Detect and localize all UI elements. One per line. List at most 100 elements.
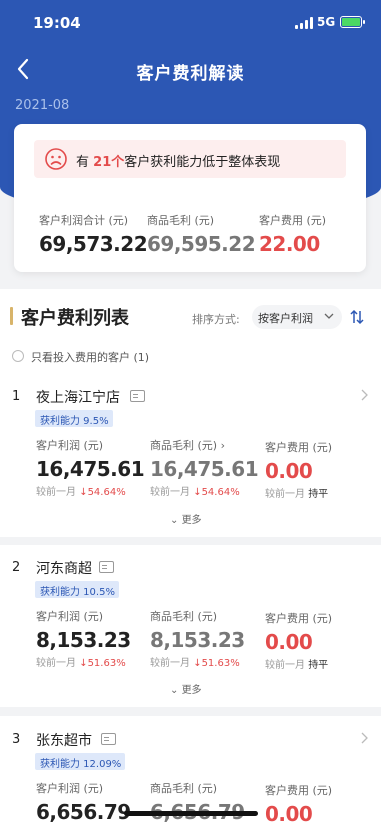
sort-label: 排序方式: xyxy=(192,313,240,326)
customer-list-card: 客户费利列表 排序方式: 按客户利润 只看投入费用的客户 (1) 1 夜上海江宁… xyxy=(0,289,381,537)
item-rank: 3 xyxy=(12,732,21,747)
chevron-right-icon[interactable] xyxy=(360,732,368,744)
profitability-badge: 获利能力 12.09% xyxy=(35,753,126,770)
metric-label: 客户费用 (元) xyxy=(259,214,327,227)
col-compare: 较前一月 ↓54.64% xyxy=(150,483,258,498)
metric-value: 69,595.22 xyxy=(147,232,256,256)
col-value: 8,153.23 xyxy=(36,628,131,652)
col-value: 6,656.79 xyxy=(36,800,131,824)
alert-suffix: 客户获利能力低于整体表现 xyxy=(124,155,281,170)
compare-text: 较前一月 xyxy=(36,658,76,669)
col-label: 客户利润 (元) xyxy=(36,782,104,795)
sort-dropdown[interactable]: 按客户利润 xyxy=(252,305,342,329)
item-col-cost: 客户费用 (元) 0.00 较前一月 持平 xyxy=(265,439,332,500)
item-col-margin[interactable]: 商品毛利 (元) 8,153.23 较前一月 ↓51.63% xyxy=(150,608,245,669)
compare-value: ↓51.63% xyxy=(193,658,240,669)
summary-card: 有 21个客户获利能力低于整体表现 客户利润合计 (元) 69,573.22 商… xyxy=(14,124,366,272)
col-compare: 较前一月 ↓54.64% xyxy=(36,483,144,498)
col-value: 8,153.23 xyxy=(150,628,245,652)
month-label[interactable]: 2021-08 xyxy=(15,98,69,113)
metric-value: 22.00 xyxy=(259,232,320,256)
store-card-icon xyxy=(130,390,145,402)
item-col-margin[interactable]: 商品毛利 (元) › 16,475.61 较前一月 ↓54.64% xyxy=(150,437,259,498)
col-label-text: 商品毛利 (元) xyxy=(150,439,218,452)
col-value: 16,475.61 xyxy=(36,457,145,481)
col-compare: 较前一月 ↓51.63% xyxy=(36,654,131,669)
compare-value: ↓54.64% xyxy=(193,487,240,498)
store-card-icon xyxy=(101,733,116,745)
status-bar: 19:04 5G xyxy=(0,0,381,46)
compare-value: 持平 xyxy=(308,660,329,671)
list-card-3: 3 张东超市 获利能力 12.09% 客户利润 (元) 6,656.79 商品毛… xyxy=(0,716,381,824)
more-button[interactable]: ⌄ 更多 xyxy=(170,681,202,696)
col-value: 16,475.61 xyxy=(150,457,259,481)
item-name: 河东商超 xyxy=(36,561,92,577)
col-value: 0.00 xyxy=(265,630,313,654)
sad-face-icon xyxy=(45,148,67,170)
alert-prefix: 有 xyxy=(76,155,90,170)
list-header: 客户费利列表 排序方式: 按客户利润 xyxy=(0,289,381,345)
compare-value: 持平 xyxy=(308,489,329,500)
more-label: 更多 xyxy=(181,685,202,696)
item-col-margin[interactable]: 商品毛利 (元) 6,656.79 xyxy=(150,780,245,824)
item-name: 张东超市 xyxy=(36,733,92,749)
chevron-right-icon[interactable] xyxy=(360,389,368,401)
signal-icon xyxy=(295,17,313,29)
status-time: 19:04 xyxy=(33,14,81,32)
battery-icon xyxy=(340,16,365,28)
sort-value: 按客户利润 xyxy=(258,312,313,325)
col-compare: 较前一月 持平 xyxy=(265,485,332,500)
page-title: 客户费利解读 xyxy=(136,64,245,84)
filter-label: 只看投入费用的客户 (1) xyxy=(31,351,150,364)
metric-customer-cost: 客户费用 (元) 22.00 xyxy=(259,212,326,256)
col-label: 商品毛利 (元) xyxy=(150,610,218,623)
col-label: 商品毛利 (元) › xyxy=(150,439,225,452)
item-col-cost: 客户费用 (元) 0.00 较前一月 持平 xyxy=(265,610,332,671)
col-value: 0.00 xyxy=(265,802,313,824)
item-col-cost: 客户费用 (元) 0.00 xyxy=(265,782,332,824)
more-label: 更多 xyxy=(181,515,202,526)
item-col-profit: 客户利润 (元) 6,656.79 xyxy=(36,780,131,824)
col-label: 客户利润 (元) xyxy=(36,439,104,452)
metric-label: 客户利润合计 (元) xyxy=(39,214,129,227)
list-card-2: 2 河东商超 获利能力 10.5% 客户利润 (元) 8,153.23 较前一月… xyxy=(0,545,381,707)
alert-text: 有 21个客户获利能力低于整体表现 xyxy=(76,151,280,170)
item-rank: 1 xyxy=(12,389,21,404)
nav-bar: 客户费利解读 xyxy=(0,50,381,90)
sort-order-icon[interactable] xyxy=(350,309,364,325)
col-compare: 较前一月 ↓51.63% xyxy=(150,654,245,669)
compare-text: 较前一月 xyxy=(150,487,190,498)
compare-text: 较前一月 xyxy=(265,489,305,500)
col-label: 商品毛利 (元) xyxy=(150,782,218,795)
more-button[interactable]: ⌄ 更多 xyxy=(170,511,202,526)
col-label: 客户利润 (元) xyxy=(36,610,104,623)
chevron-down-icon xyxy=(324,313,334,319)
compare-text: 较前一月 xyxy=(265,660,305,671)
list-title: 客户费利列表 xyxy=(21,308,129,329)
col-label: 客户费用 (元) xyxy=(265,612,333,625)
radio-unchecked-icon[interactable] xyxy=(12,350,24,362)
item-name: 夜上海江宁店 xyxy=(36,390,120,406)
profitability-badge: 获利能力 10.5% xyxy=(35,581,119,598)
alert-count: 21个 xyxy=(93,155,125,170)
compare-text: 较前一月 xyxy=(150,658,190,669)
metric-total-profit: 客户利润合计 (元) 69,573.22 xyxy=(39,212,148,256)
profitability-badge: 获利能力 9.5% xyxy=(35,410,113,427)
col-label: 客户费用 (元) xyxy=(265,784,333,797)
store-card-icon xyxy=(99,561,114,573)
col-label: 客户费用 (元) xyxy=(265,441,333,454)
metric-gross-margin: 商品毛利 (元) 69,595.22 xyxy=(147,212,256,256)
item-rank: 2 xyxy=(12,560,21,575)
alert-banner: 有 21个客户获利能力低于整体表现 xyxy=(34,140,346,178)
section-accent-bar xyxy=(10,307,13,325)
col-value: 0.00 xyxy=(265,459,313,483)
compare-value: ↓51.63% xyxy=(79,658,126,669)
compare-text: 较前一月 xyxy=(36,487,76,498)
home-indicator[interactable] xyxy=(124,811,258,816)
item-col-profit: 客户利润 (元) 16,475.61 较前一月 ↓54.64% xyxy=(36,437,145,498)
item-col-profit: 客户利润 (元) 8,153.23 较前一月 ↓51.63% xyxy=(36,608,131,669)
metric-value: 69,573.22 xyxy=(39,232,148,256)
compare-value: ↓54.64% xyxy=(79,487,126,498)
network-label: 5G xyxy=(317,15,336,29)
col-compare: 较前一月 持平 xyxy=(265,656,332,671)
